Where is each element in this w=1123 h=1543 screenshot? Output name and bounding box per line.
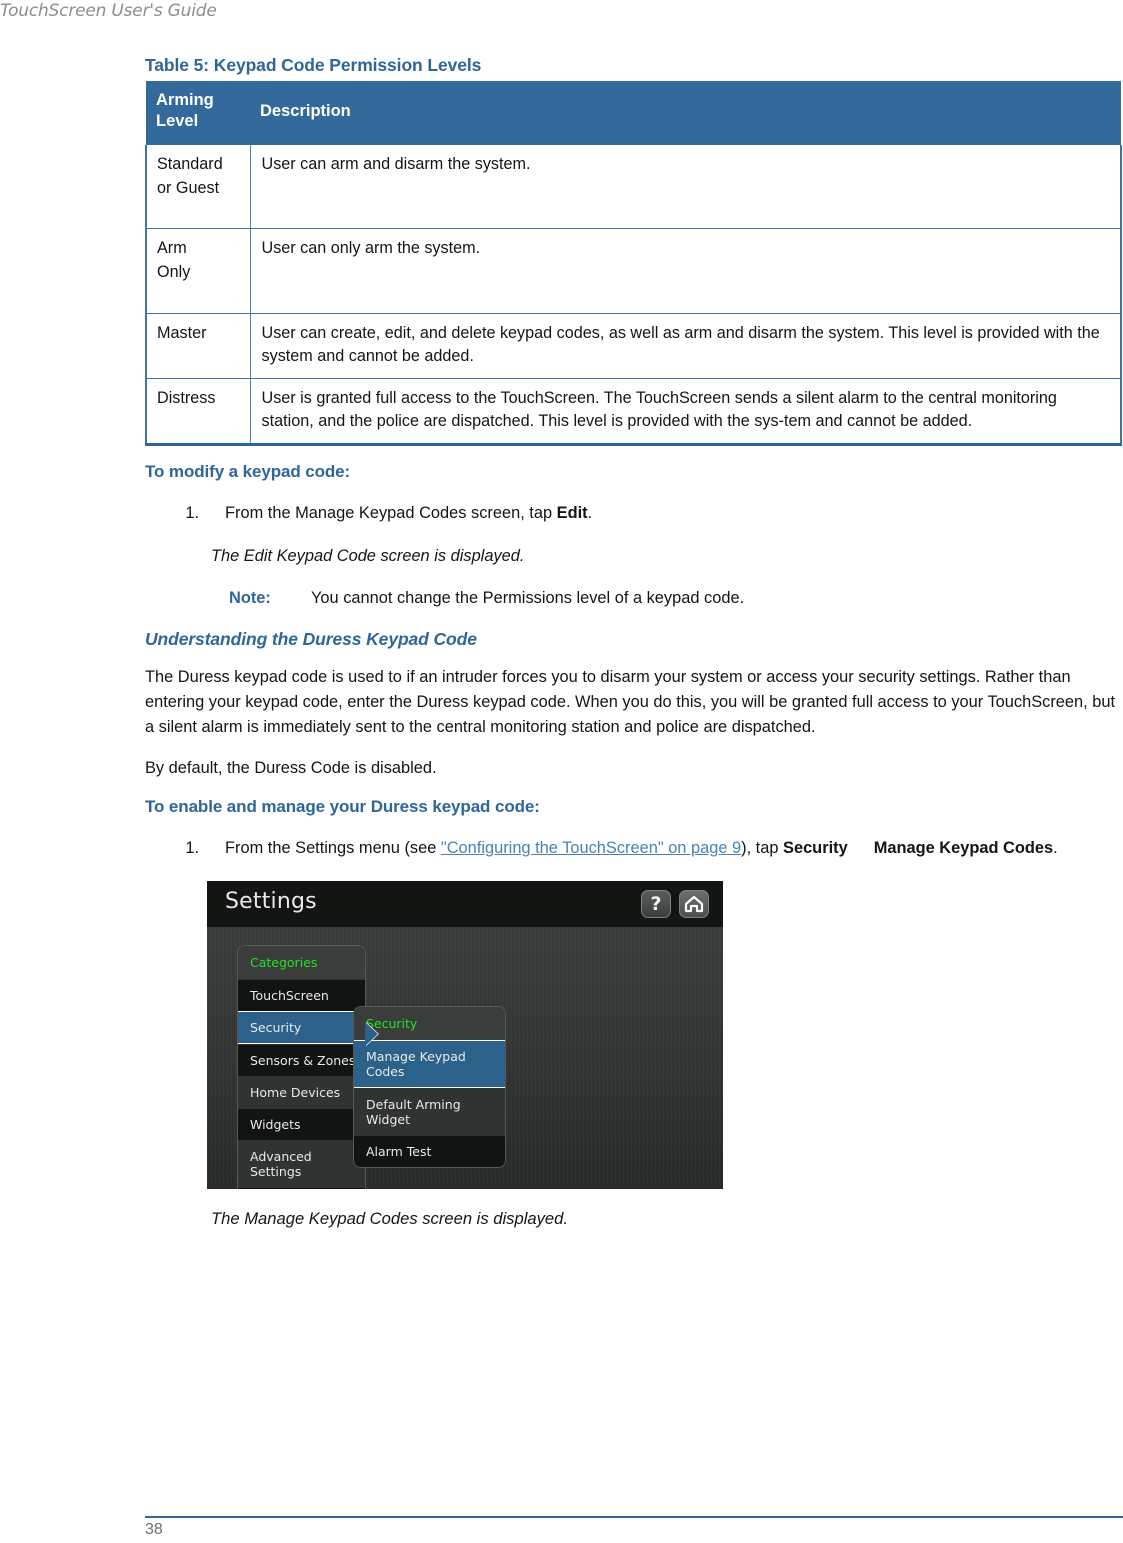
keypad-permission-table: Arming Level Description Standard or Gue… [145, 81, 1122, 447]
menu-item-default-arming-widget[interactable]: Default Arming Widget [354, 1087, 505, 1135]
cell-arming-level: Master [145, 313, 251, 379]
table-row: Distress User is granted full access to … [145, 378, 1122, 445]
cell-arming-level: Arm Only [145, 228, 251, 314]
footer-divider [145, 1516, 1123, 1518]
list-item: 1. From the Settings menu (see "Configur… [145, 836, 1123, 861]
paragraph-duress-default: By default, the Duress Code is disabled. [145, 758, 437, 777]
categories-menu-header: Categories [238, 945, 365, 979]
help-icon[interactable]: ? [641, 889, 671, 918]
step-bold-manage-keypad-codes: Manage Keypad Codes [873, 838, 1054, 857]
cell-description: User is granted full access to the Touch… [249, 378, 1122, 445]
cell-arming-level: Distress [145, 378, 251, 445]
heading-to-modify-keypad-code: To modify a keypad code: [145, 462, 351, 482]
table-header-row: Arming Level Description [146, 81, 1121, 145]
result-text-manage-screen: The Manage Keypad Codes screen is displa… [211, 1208, 568, 1228]
table-caption: Table 5: Keypad Code Permission Levels [145, 55, 482, 75]
table-row: Standard or Guest User can arm and disar… [145, 144, 1122, 230]
enable-steps-list: 1. From the Settings menu (see "Configur… [145, 836, 1123, 861]
device-screenshot-figure: Settings ? Categories TouchScreen Securi… [207, 880, 1123, 1189]
menu-item-advanced-settings[interactable]: Advanced Settings [238, 1139, 365, 1187]
categories-menu: Categories TouchScreen Security Sensors … [237, 944, 366, 1189]
column-header-arming-level: Arming Level [146, 81, 250, 145]
selection-pointer-icon [365, 1021, 378, 1046]
list-item-number: 1. [185, 838, 199, 857]
cell-arming-level: Standard or Guest [145, 144, 251, 230]
list-item-bold-edit: Edit [556, 504, 588, 523]
device-screen-title: Settings [225, 888, 317, 914]
list-item: 1. From the Manage Keypad Codes screen, … [145, 501, 1123, 526]
cross-reference-link[interactable]: "Configuring the TouchScreen" on page 9 [441, 839, 741, 857]
table-row: Master User can create, edit, and delete… [145, 313, 1122, 379]
header-line-2: Level [156, 112, 199, 131]
level-line-2: or Guest [157, 178, 220, 197]
level-line-2: Only [157, 262, 191, 281]
menu-item-home-devices[interactable]: Home Devices [238, 1075, 365, 1108]
running-header: TouchScreen User's Guide [0, 1, 217, 21]
cell-description: User can arm and disarm the system. [249, 144, 1122, 230]
device-screen-body: Categories TouchScreen Security Sensors … [207, 926, 723, 1189]
step-text-part1: From the Settings menu (see [225, 838, 441, 857]
note-label: Note: [229, 589, 271, 608]
result-text-edit-screen: The Edit Keypad Code screen is displayed… [211, 547, 525, 566]
paragraph-duress-explanation: The Duress keypad code is used to if an … [145, 668, 1116, 737]
table-row: Arm Only User can only arm the system. [145, 228, 1122, 314]
heading-understanding-duress: Understanding the Duress Keypad Code [145, 629, 477, 650]
menu-item-alarm-test[interactable]: Alarm Test [354, 1134, 505, 1167]
menu-item-about[interactable]: About [238, 1186, 365, 1189]
column-header-description: Description [250, 81, 1121, 145]
modify-steps-list: 1. From the Manage Keypad Codes screen, … [145, 501, 1123, 526]
step-bold-security: Security [783, 838, 848, 857]
level-line-1: Arm [157, 239, 187, 258]
note-block: Note: You cannot change the Permissions l… [229, 589, 1123, 608]
level-line-1: Standard [157, 154, 223, 173]
menu-item-manage-keypad-codes[interactable]: Manage Keypad Codes [354, 1039, 505, 1088]
note-text: You cannot change the Permissions level … [311, 589, 745, 608]
menu-item-widgets[interactable]: Widgets [238, 1107, 365, 1140]
step-text-end: . [1053, 838, 1058, 857]
cell-description: User can only arm the system. [249, 228, 1122, 314]
heading-to-enable-duress: To enable and manage your Duress keypad … [145, 796, 540, 816]
list-item-number: 1. [185, 504, 199, 523]
page-content: Table 5: Keypad Code Permission Levels A… [145, 55, 1123, 1229]
menu-item-sensors-zones[interactable]: Sensors & Zones [238, 1043, 365, 1076]
menu-item-touchscreen[interactable]: TouchScreen [238, 978, 365, 1011]
list-item-text-after: . [587, 504, 593, 523]
menu-item-security[interactable]: Security [238, 1010, 365, 1044]
header-line-1: Arming [156, 91, 214, 109]
device-title-bar: Settings ? [207, 880, 723, 927]
page-number: 38 [145, 1521, 163, 1538]
home-icon[interactable] [679, 889, 709, 918]
list-item-text-before: From the Manage Keypad Codes screen, tap [225, 504, 557, 523]
touchscreen-device-image: Settings ? Categories TouchScreen Securi… [207, 880, 723, 1189]
step-text-part2: ), tap [741, 838, 784, 857]
cell-description: User can create, edit, and delete keypad… [249, 313, 1122, 379]
